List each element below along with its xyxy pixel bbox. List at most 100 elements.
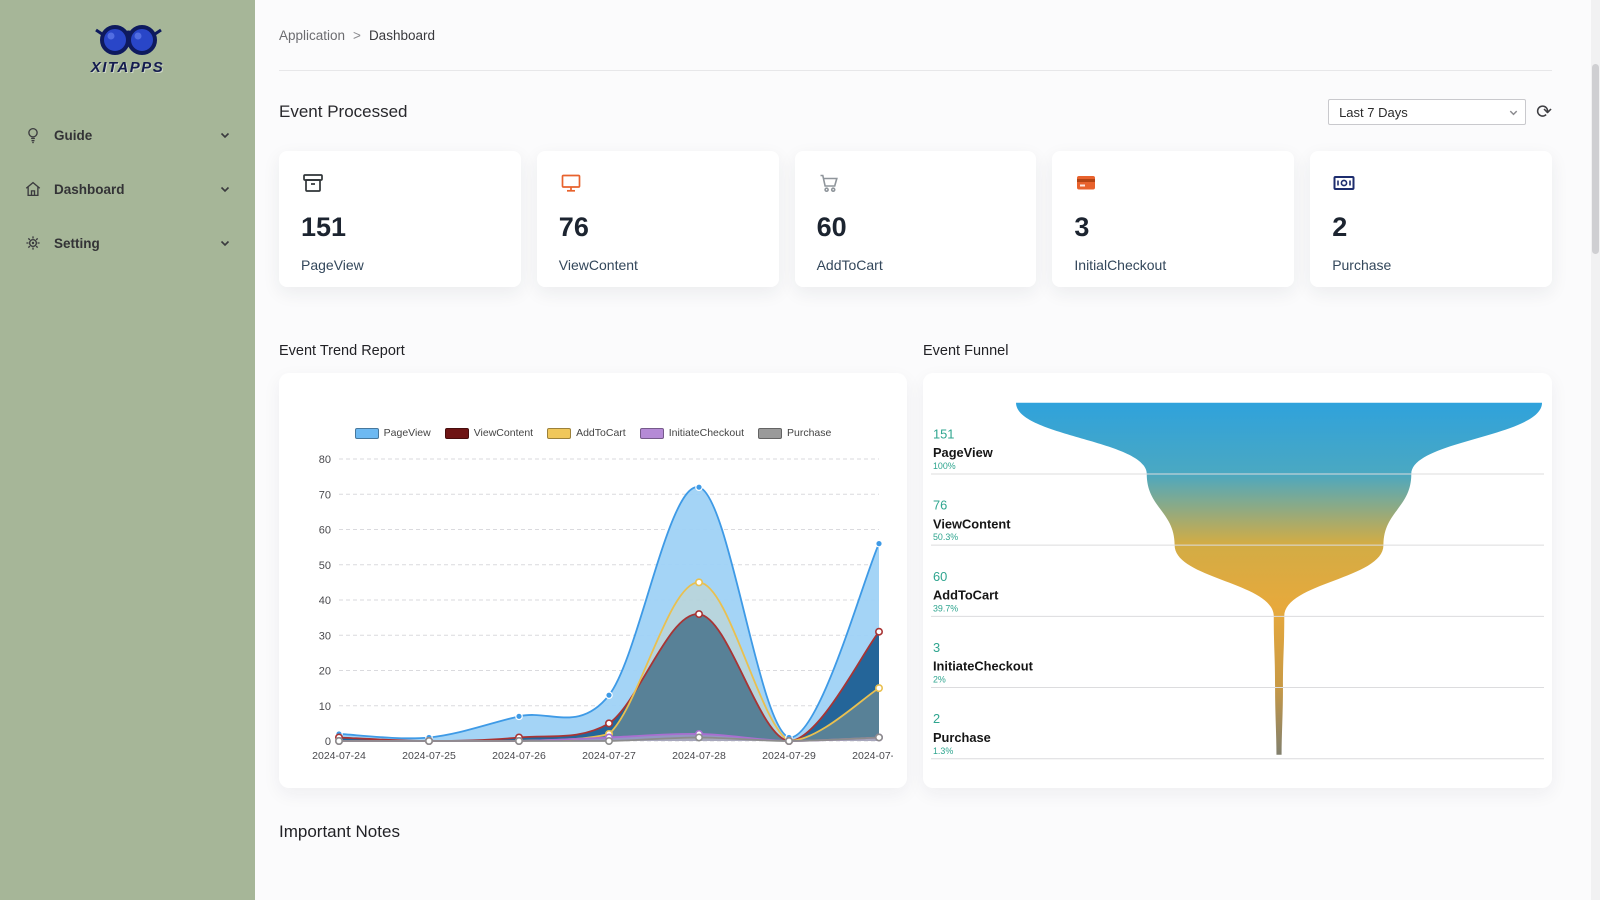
breadcrumb-separator: > — [353, 28, 361, 43]
credit-card-icon — [1074, 171, 1098, 195]
legend-swatch — [547, 428, 571, 439]
stat-card-viewcontent: 76 ViewContent — [537, 151, 779, 287]
stat-value: 2 — [1332, 212, 1530, 243]
sidebar-item-label: Guide — [54, 128, 207, 143]
home-icon — [24, 180, 42, 198]
stat-card-purchase: 2 Purchase — [1310, 151, 1552, 287]
stat-value: 76 — [559, 212, 757, 243]
legend-swatch — [758, 428, 782, 439]
stat-label: PageView — [301, 257, 499, 273]
svg-text:30: 30 — [319, 630, 331, 642]
svg-text:2024-07-27: 2024-07-27 — [582, 750, 636, 762]
svg-text:100%: 100% — [933, 461, 956, 471]
stat-label: ViewContent — [559, 257, 757, 273]
svg-text:70: 70 — [319, 489, 331, 501]
sidebar-item-setting[interactable]: Setting — [24, 224, 231, 262]
breadcrumb-application[interactable]: Application — [279, 28, 345, 43]
stat-value: 151 — [301, 212, 499, 243]
sidebar-item-guide[interactable]: Guide — [24, 116, 231, 154]
breadcrumb-dashboard: Dashboard — [369, 28, 435, 43]
date-range-select[interactable]: Last 7 Days — [1328, 99, 1526, 125]
legend-item[interactable]: InitiateCheckout — [640, 427, 744, 439]
trend-chart-title: Event Trend Report — [279, 343, 907, 359]
legend-label: ViewContent — [474, 427, 533, 439]
app-logo: XITAPPS — [18, 14, 237, 76]
legend-label: AddToCart — [576, 427, 626, 439]
sidebar: XITAPPS Guide Dashboard Setting — [0, 0, 255, 900]
funnel-chart-card: 151 PageView100% 76 ViewContent50.3% 60 AddTo… — [923, 373, 1552, 788]
chevron-down-icon — [219, 183, 231, 195]
svg-text:Purchase: Purchase — [933, 730, 991, 745]
svg-text:2024-07-25: 2024-07-25 — [402, 750, 456, 762]
funnel-chart[interactable]: 151 PageView100% 76 ViewContent50.3% 60 AddTo… — [931, 385, 1544, 773]
refresh-button[interactable]: ⟳ — [1536, 103, 1552, 122]
breadcrumb-row: Application > Dashboard — [279, 0, 1552, 71]
svg-text:PageView: PageView — [933, 445, 994, 460]
archive-icon — [301, 171, 325, 195]
svg-text:50.3%: 50.3% — [933, 532, 958, 542]
svg-text:ViewContent: ViewContent — [933, 516, 1011, 531]
svg-text:76: 76 — [933, 498, 947, 513]
scrollbar-thumb[interactable] — [1592, 64, 1599, 254]
notes-title: Important Notes — [279, 822, 1552, 842]
svg-text:2: 2 — [933, 711, 940, 726]
gear-icon — [24, 234, 42, 252]
stat-card-addtocart: 60 AddToCart — [795, 151, 1037, 287]
legend-swatch — [445, 428, 469, 439]
legend-label: Purchase — [787, 427, 831, 439]
svg-text:39.7%: 39.7% — [933, 603, 958, 613]
sidebar-item-label: Dashboard — [54, 182, 207, 197]
lightbulb-icon — [24, 126, 42, 144]
glasses-logo-icon — [92, 18, 164, 62]
svg-text:40: 40 — [319, 595, 331, 607]
trend-legend: PageView ViewContent AddToCart InitiateChec… — [293, 427, 893, 439]
legend-swatch — [640, 428, 664, 439]
svg-text:10: 10 — [319, 701, 331, 713]
svg-text:1.3%: 1.3% — [933, 746, 953, 756]
stat-card-pageview: 151 PageView — [279, 151, 521, 287]
svg-text:20: 20 — [319, 666, 331, 678]
chevron-down-icon — [1508, 107, 1519, 118]
svg-text:50: 50 — [319, 560, 331, 572]
svg-text:AddToCart: AddToCart — [933, 588, 999, 603]
legend-swatch — [355, 428, 379, 439]
svg-text:InitiateCheckout: InitiateCheckout — [933, 659, 1034, 674]
svg-text:151: 151 — [933, 426, 954, 441]
svg-text:2024-07-29: 2024-07-29 — [762, 750, 816, 762]
trend-chart[interactable]: 0 10 20 30 40 50 60 70 80 2024-07-24 2024-07-25 202… — [293, 445, 893, 775]
trend-chart-card: PageView ViewContent AddToCart InitiateChec… — [279, 373, 907, 788]
cart-icon — [817, 171, 841, 195]
chevron-down-icon — [219, 129, 231, 141]
sidebar-item-label: Setting — [54, 236, 207, 251]
funnel-chart-title: Event Funnel — [923, 343, 1552, 359]
legend-item[interactable]: AddToCart — [547, 427, 626, 439]
stat-card-initialcheckout: 3 InitialCheckout — [1052, 151, 1294, 287]
date-range-value: Last 7 Days — [1339, 105, 1408, 120]
stat-value: 60 — [817, 212, 1015, 243]
svg-text:60: 60 — [933, 569, 947, 584]
scrollbar-track[interactable] — [1591, 0, 1600, 900]
stat-value: 3 — [1074, 212, 1272, 243]
event-processed-header: Event Processed Last 7 Days ⟳ — [279, 99, 1552, 125]
svg-text:80: 80 — [319, 454, 331, 466]
stat-label: AddToCart — [817, 257, 1015, 273]
svg-text:2024-07-24: 2024-07-24 — [312, 750, 366, 762]
breadcrumb: Application > Dashboard — [279, 28, 435, 43]
svg-text:2024-07-28: 2024-07-28 — [672, 750, 726, 762]
sidebar-item-dashboard[interactable]: Dashboard — [24, 170, 231, 208]
svg-text:60: 60 — [319, 525, 331, 537]
monitor-icon — [559, 171, 583, 195]
stat-label: InitialCheckout — [1074, 257, 1272, 273]
stats-row: 151 PageView 76 ViewContent 60 AddToCart… — [279, 151, 1552, 287]
legend-item[interactable]: PageView — [355, 427, 431, 439]
svg-text:0: 0 — [325, 736, 331, 748]
sidebar-menu: Guide Dashboard Setting — [18, 116, 237, 262]
svg-text:2024-07-30: 2024-07-30 — [852, 750, 893, 762]
stat-label: Purchase — [1332, 257, 1530, 273]
legend-item[interactable]: ViewContent — [445, 427, 533, 439]
legend-item[interactable]: Purchase — [758, 427, 831, 439]
svg-text:2024-07-26: 2024-07-26 — [492, 750, 546, 762]
svg-text:3: 3 — [933, 640, 940, 655]
legend-label: InitiateCheckout — [669, 427, 744, 439]
legend-label: PageView — [384, 427, 431, 439]
